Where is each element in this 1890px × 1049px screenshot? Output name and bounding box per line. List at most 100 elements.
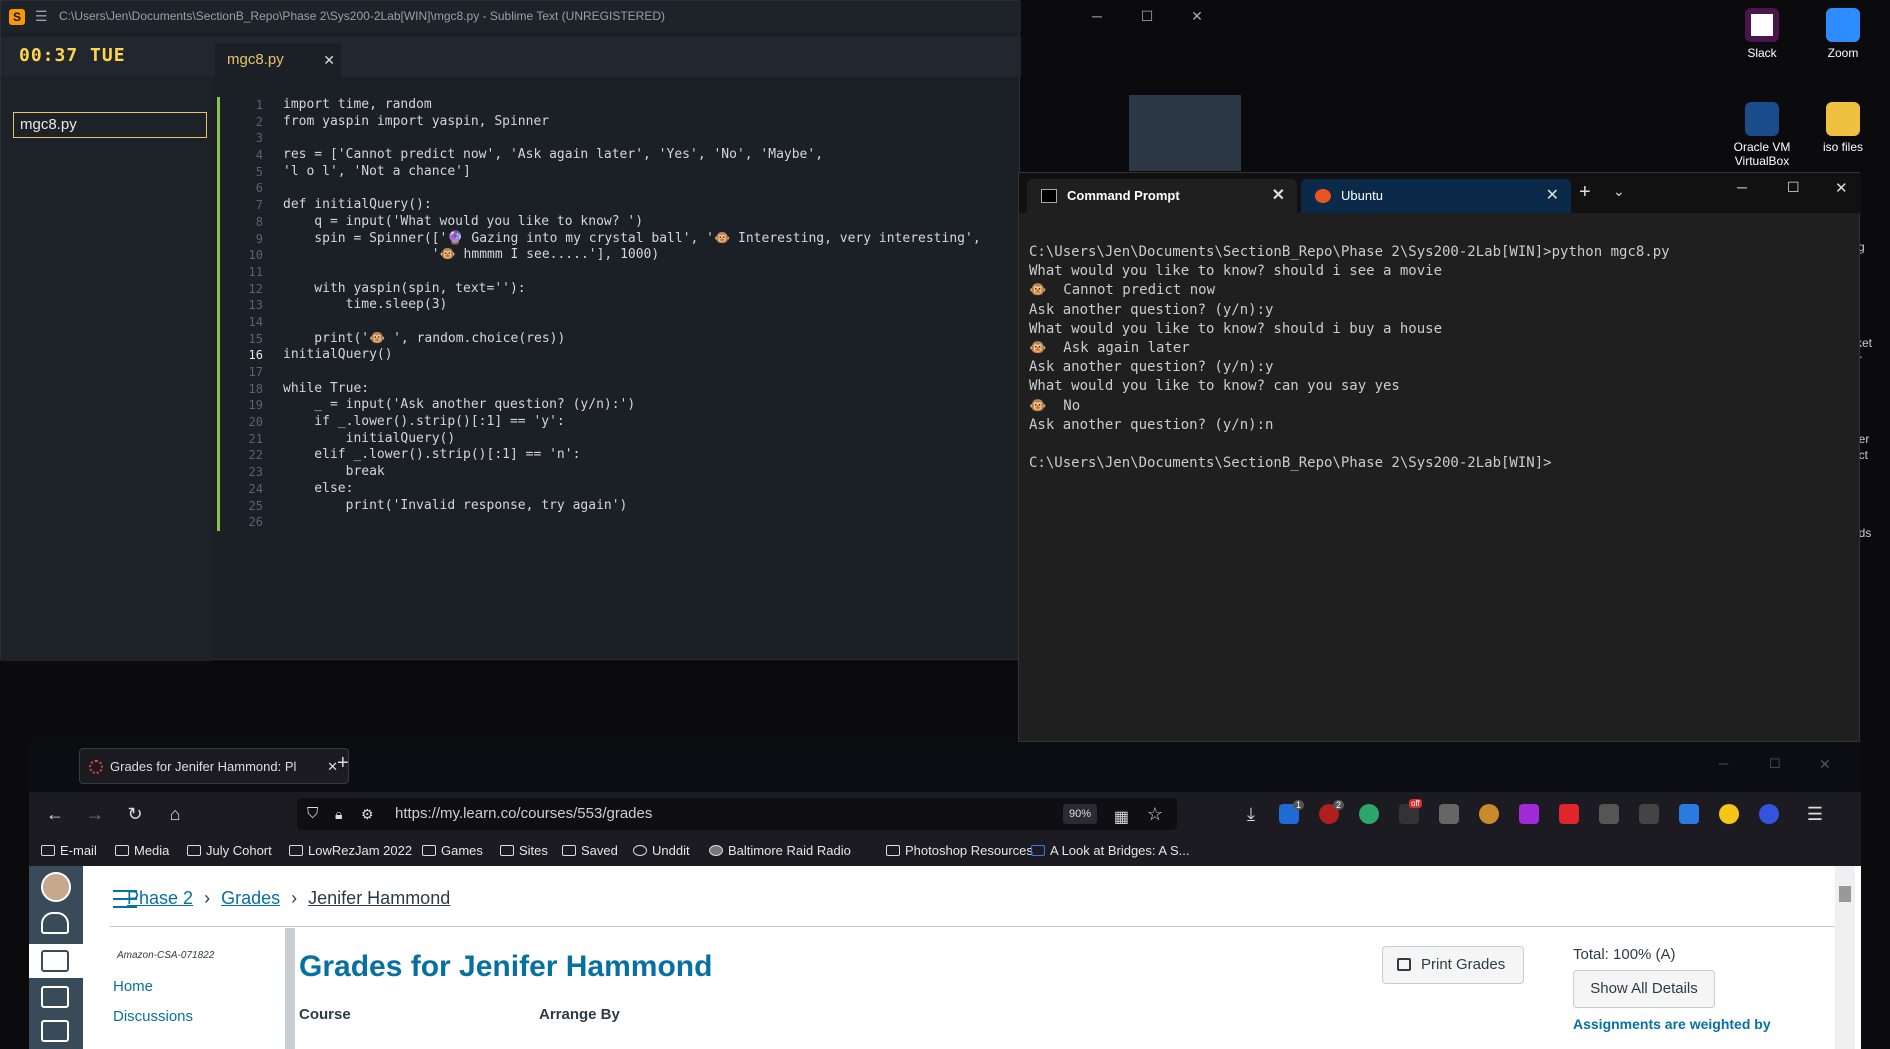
code-line[interactable]: else: xyxy=(283,481,981,498)
bookmark-photoshop-resources[interactable]: Photoshop Resources xyxy=(886,843,1033,858)
close-tab-icon[interactable]: ✕ xyxy=(1546,179,1559,213)
code-line[interactable] xyxy=(283,130,981,147)
forward-arrow-icon[interactable]: → xyxy=(81,800,109,828)
code-line[interactable] xyxy=(283,180,981,197)
course-nav-home[interactable]: Home xyxy=(113,978,153,995)
code-line[interactable] xyxy=(283,364,981,381)
bookmark-sites[interactable]: Sites xyxy=(500,843,548,858)
breadcrumb-grades[interactable]: Grades xyxy=(221,888,280,908)
new-tab-button[interactable]: + xyxy=(337,752,349,775)
hexagon-extension-icon[interactable] xyxy=(1519,804,1539,824)
close-button[interactable]: ✕ xyxy=(1175,1,1219,32)
sidebar-open-file[interactable]: mgc8.py xyxy=(13,112,207,138)
code-line[interactable]: print('🐵 ', random.choice(res)) xyxy=(283,331,981,348)
code-line[interactable]: def initialQuery(): xyxy=(283,197,981,214)
code-line[interactable]: spin = Spinner(['🔮 Gazing into my crysta… xyxy=(283,231,980,248)
calendar-icon[interactable] xyxy=(41,986,69,1008)
courses-icon[interactable] xyxy=(41,950,69,972)
minimize-button[interactable]: ─ xyxy=(1719,756,1728,771)
code-editor[interactable]: import time, random from yaspin import ya… xyxy=(283,97,981,531)
virtualbox-desktop-icon[interactable]: Oracle VM VirtualBox xyxy=(1727,102,1797,168)
code-line[interactable]: import time, random xyxy=(283,97,981,114)
code-line[interactable]: '🐵 hmmmm I see.....'], 1000) xyxy=(283,247,981,264)
slack-desktop-icon[interactable]: Slack xyxy=(1727,8,1797,60)
zoom-desktop-icon[interactable]: Zoom xyxy=(1808,8,1878,60)
emoji-extension-icon[interactable] xyxy=(1719,804,1739,824)
new-tab-button[interactable]: + xyxy=(1579,181,1591,204)
bookmark-games[interactable]: Games xyxy=(422,843,483,858)
bookmark-media[interactable]: Media xyxy=(115,843,169,858)
code-line[interactable]: elif _.lower().strip()[:1] == 'n': xyxy=(283,447,981,464)
monkey-extension-icon[interactable] xyxy=(1479,804,1499,824)
maximize-button[interactable]: ☐ xyxy=(1787,179,1800,196)
avatar[interactable] xyxy=(41,872,71,902)
close-tab-icon[interactable]: ✕ xyxy=(1272,179,1285,213)
code-line[interactable] xyxy=(283,264,981,281)
code-line[interactable]: initialQuery() xyxy=(283,431,981,448)
qr-code-icon[interactable]: ▦ xyxy=(1114,802,1129,834)
show-all-details-button[interactable]: Show All Details xyxy=(1573,970,1715,1008)
tab-command-prompt[interactable]: Command Prompt ✕ xyxy=(1027,179,1297,213)
code-line[interactable]: res = ['Cannot predict now', 'Ask again … xyxy=(283,147,981,164)
code-line[interactable]: with yaspin(spin, text=''): xyxy=(283,281,981,298)
scrollbar[interactable] xyxy=(1835,866,1855,1049)
bookmark-bridges[interactable]: A Look at Bridges: A S... xyxy=(1031,843,1189,858)
code-line[interactable]: break xyxy=(283,464,981,481)
tab-grades[interactable]: Grades for Jenifer Hammond: Pl ✕ xyxy=(79,748,349,784)
code-line[interactable]: print('Invalid response, try again') xyxy=(283,498,981,515)
print-grades-button[interactable]: Print Grades xyxy=(1382,946,1524,984)
code-line[interactable] xyxy=(283,514,981,531)
shield-icon[interactable]: ⛉ xyxy=(307,798,318,830)
bookmark-star-icon[interactable]: ☆ xyxy=(1147,798,1163,830)
maximize-button[interactable]: ☐ xyxy=(1125,1,1169,32)
maximize-button[interactable]: ☐ xyxy=(1769,756,1781,772)
minimize-button[interactable]: ─ xyxy=(1075,1,1119,32)
window-extension-icon[interactable] xyxy=(1599,804,1619,824)
tab-ubuntu[interactable]: Ubuntu ✕ xyxy=(1301,179,1571,213)
download-icon[interactable]: ⤓ xyxy=(1237,800,1265,828)
terminal-output[interactable]: C:\Users\Jen\Documents\SectionB_Repo\Pha… xyxy=(1029,243,1670,473)
s-extension-icon[interactable] xyxy=(1559,804,1579,824)
bookmark-lowrezjam[interactable]: LowRezJam 2022 xyxy=(289,843,412,858)
scrollbar[interactable] xyxy=(285,928,295,1049)
breadcrumb-phase2[interactable]: Phase 2 xyxy=(127,888,193,908)
code-line[interactable]: time.sleep(3) xyxy=(283,297,981,314)
code-line[interactable]: while True: xyxy=(283,381,981,398)
bookmark-baltimore-raid-radio[interactable]: Baltimore Raid Radio xyxy=(709,843,851,858)
dashboard-icon[interactable] xyxy=(41,912,69,934)
close-button[interactable]: ✕ xyxy=(1835,179,1848,197)
diamond-extension-icon[interactable] xyxy=(1679,804,1699,824)
chevron-down-icon[interactable]: ⌄ xyxy=(1613,183,1625,200)
close-button[interactable]: ✕ xyxy=(1819,756,1831,773)
code-line[interactable]: 'l o l', 'Not a chance'] xyxy=(283,164,981,181)
bookmark-saved[interactable]: Saved xyxy=(562,843,618,858)
code-line[interactable]: if _.lower().strip()[:1] == 'y': xyxy=(283,414,981,431)
home-icon[interactable]: ⌂ xyxy=(161,800,189,828)
code-line[interactable]: from yaspin import yaspin, Spinner xyxy=(283,114,981,131)
bookmark-july-cohort[interactable]: July Cohort xyxy=(187,843,272,858)
code-line[interactable]: q = input('What would you like to know? … xyxy=(283,214,981,231)
hamburger-menu-icon[interactable]: ☰ xyxy=(35,1,48,32)
tab-mgc8[interactable]: mgc8.py ✕ xyxy=(215,43,341,77)
back-arrow-icon[interactable]: ← xyxy=(41,800,69,828)
course-nav-discussions[interactable]: Discussions xyxy=(113,1008,193,1025)
scrollbar-thumb[interactable] xyxy=(1839,886,1851,902)
zoom-level[interactable]: 90% xyxy=(1062,804,1097,824)
code-line[interactable]: _ = input('Ask another question? (y/n):'… xyxy=(283,397,981,414)
minimize-button[interactable]: ─ xyxy=(1737,179,1747,195)
iso-files-desktop-icon[interactable]: iso files xyxy=(1808,102,1878,154)
link-extension-icon[interactable] xyxy=(1759,804,1779,824)
minimap[interactable] xyxy=(1129,95,1241,171)
bookmark-email[interactable]: E-mail xyxy=(41,843,97,858)
code-line[interactable] xyxy=(283,314,981,331)
bookmark-unddit[interactable]: Unddit xyxy=(633,843,690,858)
address-bar[interactable]: ⛉ 🔒︎ ⚙ https://my.learn.co/courses/553/g… xyxy=(297,798,1177,830)
apps-grid-icon[interactable] xyxy=(1439,804,1459,824)
library-icon[interactable] xyxy=(1639,804,1659,824)
inbox-icon[interactable] xyxy=(41,1020,69,1042)
reload-icon[interactable]: ↻ xyxy=(121,800,149,828)
refresh-extension-icon[interactable] xyxy=(1359,804,1379,824)
code-line[interactable]: initialQuery() xyxy=(283,347,981,364)
close-tab-icon[interactable]: ✕ xyxy=(323,43,335,77)
lock-icon[interactable]: 🔒︎ xyxy=(335,798,342,830)
